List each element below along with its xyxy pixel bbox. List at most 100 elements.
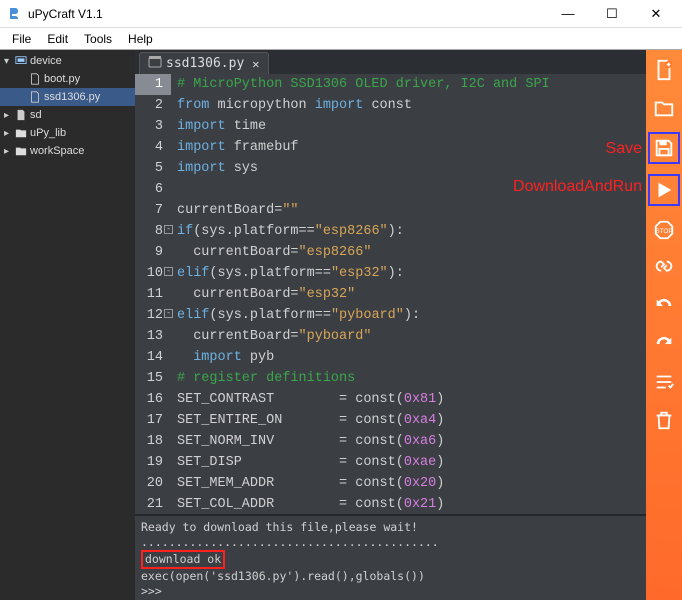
line-number: 17: [135, 410, 171, 431]
code-text: SET_ENTIRE_ON = const(0xa4): [171, 410, 444, 431]
save-button[interactable]: [648, 132, 680, 164]
line-number: 1: [135, 74, 171, 95]
code-text: [171, 179, 177, 200]
tree-item-uPy_lib[interactable]: ▸ uPy_lib: [0, 124, 135, 142]
minimize-button[interactable]: —: [546, 0, 590, 28]
line-number: 16: [135, 389, 171, 410]
line-number: 19: [135, 452, 171, 473]
code-text: SET_NORM_INV = const(0xa6): [171, 431, 444, 452]
console-line: ........................................…: [141, 535, 640, 550]
close-button[interactable]: ✕: [634, 0, 678, 28]
console-download-ok: download ok: [141, 550, 225, 569]
line-number: 4: [135, 137, 171, 158]
tab-file-icon: [148, 55, 162, 73]
stop-button[interactable]: STOP: [650, 216, 678, 244]
code-line: 8-if(sys.platform=="esp8266"):: [135, 221, 646, 242]
menu-file[interactable]: File: [4, 30, 39, 48]
caret-icon: ▸: [4, 146, 14, 157]
annotation-save: Save: [606, 140, 642, 158]
line-number: 12-: [135, 305, 171, 326]
tree-label: sd: [28, 109, 42, 121]
sd-icon: [14, 109, 28, 121]
code-line: 20SET_MEM_ADDR = const(0x20): [135, 473, 646, 494]
redo-button[interactable]: [650, 330, 678, 358]
code-text: # register definitions: [171, 368, 355, 389]
clear-button[interactable]: [650, 406, 678, 434]
code-line: 5import sys: [135, 158, 646, 179]
line-number: 13: [135, 326, 171, 347]
code-line: 9 currentBoard="esp8266": [135, 242, 646, 263]
code-line: 1# MicroPython SSD1306 OLED driver, I2C …: [135, 74, 646, 95]
code-line: 21SET_COL_ADDR = const(0x21): [135, 494, 646, 514]
caret-icon: ▸: [4, 128, 14, 139]
fold-icon[interactable]: -: [164, 309, 173, 318]
tree-label: uPy_lib: [28, 127, 66, 139]
tree-item-workSpace[interactable]: ▸workSpace: [0, 142, 135, 160]
line-number: 11: [135, 284, 171, 305]
connect-button[interactable]: [650, 254, 678, 282]
code-line: 4import framebuf: [135, 137, 646, 158]
code-text: elif(sys.platform=="esp32"):: [171, 263, 404, 284]
window-title: uPyCraft V1.1: [28, 7, 546, 21]
syntax-check-button[interactable]: [650, 368, 678, 396]
maximize-button[interactable]: ☐: [590, 0, 634, 28]
tree-label: device: [28, 55, 62, 67]
line-number: 21: [135, 494, 171, 514]
caret-icon: ▸: [4, 110, 14, 121]
code-text: import sys: [171, 158, 258, 179]
code-text: import pyb: [171, 347, 274, 368]
tree-item-sd[interactable]: ▸ sd: [0, 106, 135, 124]
menu-tools[interactable]: Tools: [76, 30, 120, 48]
device-icon: [14, 55, 28, 67]
code-text: from micropython import const: [171, 95, 412, 116]
code-line: 13 currentBoard="pyboard": [135, 326, 646, 347]
line-number: 8-: [135, 221, 171, 242]
line-number: 3: [135, 116, 171, 137]
undo-button[interactable]: [650, 292, 678, 320]
line-number: 9: [135, 242, 171, 263]
new-file-button[interactable]: [650, 56, 678, 84]
fold-icon[interactable]: -: [164, 225, 173, 234]
code-text: import time: [171, 116, 266, 137]
code-text: currentBoard="esp32": [171, 284, 355, 305]
tree-label: boot.py: [42, 73, 80, 85]
fold-icon[interactable]: -: [164, 267, 173, 276]
code-text: if(sys.platform=="esp8266"):: [171, 221, 404, 242]
menubar: File Edit Tools Help: [0, 28, 682, 50]
line-number: 10-: [135, 263, 171, 284]
download-and-run-button[interactable]: [648, 174, 680, 206]
console-prompt: >>>: [141, 584, 640, 599]
svg-text:STOP: STOP: [655, 228, 672, 235]
code-line: 12-elif(sys.platform=="pyboard"):: [135, 305, 646, 326]
tree-item-device[interactable]: ▾device: [0, 52, 135, 70]
line-number: 6: [135, 179, 171, 200]
code-line: 10-elif(sys.platform=="esp32"):: [135, 263, 646, 284]
menu-help[interactable]: Help: [120, 30, 161, 48]
tree-item-ssd1306-py[interactable]: ssd1306.py: [0, 88, 135, 106]
code-line: 11 currentBoard="esp32": [135, 284, 646, 305]
code-line: 16SET_CONTRAST = const(0x81): [135, 389, 646, 410]
code-line: 15# register definitions: [135, 368, 646, 389]
code-text: # MicroPython SSD1306 OLED driver, I2C a…: [171, 74, 550, 95]
app-logo-icon: [6, 6, 22, 22]
code-text: SET_MEM_ADDR = const(0x20): [171, 473, 444, 494]
line-number: 15: [135, 368, 171, 389]
folder-icon: [14, 145, 28, 157]
console-line: Ready to download this file,please wait!: [141, 520, 640, 535]
tree-item-boot-py[interactable]: boot.py: [0, 70, 135, 88]
console[interactable]: Ready to download this file,please wait!…: [135, 514, 646, 600]
code-text: SET_DISP = const(0xae): [171, 452, 444, 473]
code-text: currentBoard="pyboard": [171, 326, 371, 347]
line-number: 5: [135, 158, 171, 179]
tab-close-icon[interactable]: ✕: [252, 57, 259, 71]
file-icon: [28, 73, 42, 85]
file-tree: ▾device boot.py ssd1306.py ▸ sd ▸ uPy_lib ▸work…: [0, 50, 135, 600]
tab-ssd1306[interactable]: ssd1306.py ✕: [139, 52, 269, 74]
open-file-button[interactable]: [650, 94, 678, 122]
code-line: 2from micropython import const: [135, 95, 646, 116]
editor-area: Save DownloadAndRun ssd1306.py ✕ 1# Micr…: [135, 50, 646, 600]
code-text: currentBoard="esp8266": [171, 242, 371, 263]
code-editor[interactable]: 1# MicroPython SSD1306 OLED driver, I2C …: [135, 74, 646, 514]
menu-edit[interactable]: Edit: [39, 30, 76, 48]
code-line: 19SET_DISP = const(0xae): [135, 452, 646, 473]
